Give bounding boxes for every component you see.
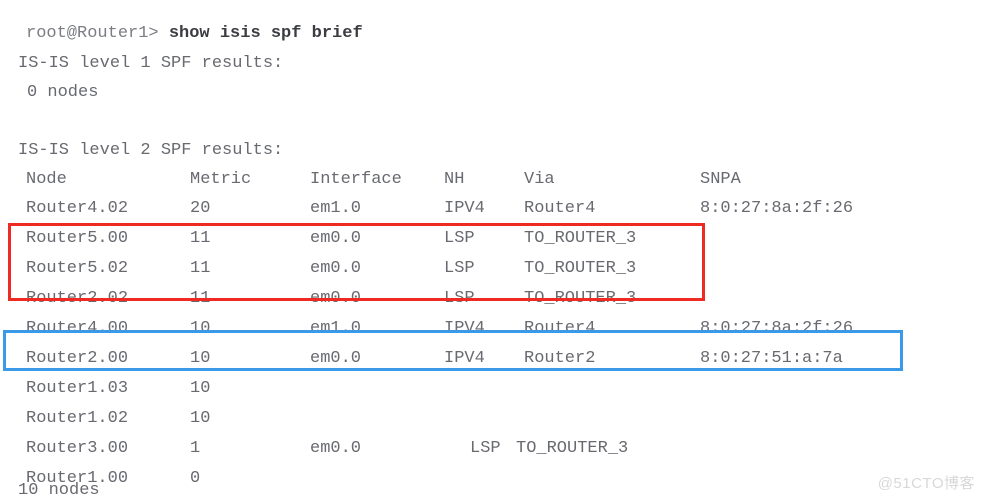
column-header-via: Via bbox=[524, 170, 555, 189]
cell-nh: LSP bbox=[444, 229, 475, 248]
cell-metric: 1 bbox=[190, 439, 201, 458]
cell-snpa: 8:0:27:8a:2f:26 bbox=[700, 199, 854, 218]
level2-node-count: 10 nodes bbox=[18, 481, 100, 500]
cell-node: Router2.02 bbox=[26, 289, 129, 308]
cell-nh: LSP bbox=[444, 259, 475, 278]
cell-node: Router5.00 bbox=[26, 229, 129, 248]
cell-node: Router1.02 bbox=[26, 409, 129, 428]
column-header-metric: Metric bbox=[190, 170, 252, 189]
cell-via: TO_ROUTER_3 bbox=[524, 289, 637, 308]
cell-metric: 11 bbox=[190, 229, 211, 248]
cell-snpa: 8:0:27:8a:2f:26 bbox=[700, 319, 854, 338]
cell-interface: em0.0 bbox=[310, 439, 362, 458]
cell-nh: IPV4 bbox=[444, 319, 485, 338]
cell-via: Router2 bbox=[524, 349, 596, 368]
cell-metric: 10 bbox=[190, 379, 211, 398]
cell-snpa: 8:0:27:51:a:7a bbox=[700, 349, 843, 368]
cell-metric: 11 bbox=[190, 259, 211, 278]
cell-node: Router4.00 bbox=[26, 319, 129, 338]
cell-interface: em1.0 bbox=[310, 199, 362, 218]
command-line: root@Router1> show isis spf brief bbox=[26, 24, 363, 43]
cell-interface: em0.0 bbox=[310, 289, 362, 308]
column-header-node: Node bbox=[26, 170, 67, 189]
level1-node-count: 0 nodes bbox=[27, 83, 99, 102]
cell-via: TO_ROUTER_3 bbox=[524, 229, 637, 248]
column-header-nh: NH bbox=[444, 170, 465, 189]
cell-interface: em1.0 bbox=[310, 319, 362, 338]
cell-nh: LSP bbox=[444, 289, 475, 308]
cell-node: Router5.02 bbox=[26, 259, 129, 278]
column-header-snpa: SNPA bbox=[700, 170, 741, 189]
cell-via: TO_ROUTER_3 bbox=[524, 259, 637, 278]
cell-via: Router4 bbox=[524, 199, 596, 218]
cell-node: Router3.00 bbox=[26, 439, 129, 458]
cell-via: Router4 bbox=[524, 319, 596, 338]
cell-interface: em0.0 bbox=[310, 229, 362, 248]
cell-interface: em0.0 bbox=[310, 259, 362, 278]
level1-header: IS-IS level 1 SPF results: bbox=[18, 54, 284, 73]
level2-header: IS-IS level 2 SPF results: bbox=[18, 141, 284, 160]
cell-node: Router4.02 bbox=[26, 199, 129, 218]
cell-nh: IPV4 bbox=[444, 199, 485, 218]
terminal-screenshot: root@Router1> show isis spf brief IS-IS … bbox=[0, 0, 989, 503]
cell-interface: em0.0 bbox=[310, 349, 362, 368]
cell-metric: 20 bbox=[190, 199, 211, 218]
cell-nh: IPV4 bbox=[444, 349, 485, 368]
shell-prompt: root@Router1> bbox=[26, 24, 159, 43]
watermark: @51CTO博客 bbox=[877, 475, 975, 492]
cell-metric: 10 bbox=[190, 409, 211, 428]
cell-metric: 10 bbox=[190, 349, 211, 368]
shell-command: show isis spf brief bbox=[168, 24, 363, 43]
cell-nh: LSP bbox=[470, 439, 501, 458]
cell-metric: 10 bbox=[190, 319, 211, 338]
cell-via: TO_ROUTER_3 bbox=[516, 439, 629, 458]
cell-metric: 0 bbox=[190, 469, 201, 488]
cell-node: Router1.03 bbox=[26, 379, 129, 398]
column-header-interface: Interface bbox=[310, 170, 402, 189]
cell-node: Router2.00 bbox=[26, 349, 129, 368]
cell-metric: 11 bbox=[190, 289, 211, 308]
